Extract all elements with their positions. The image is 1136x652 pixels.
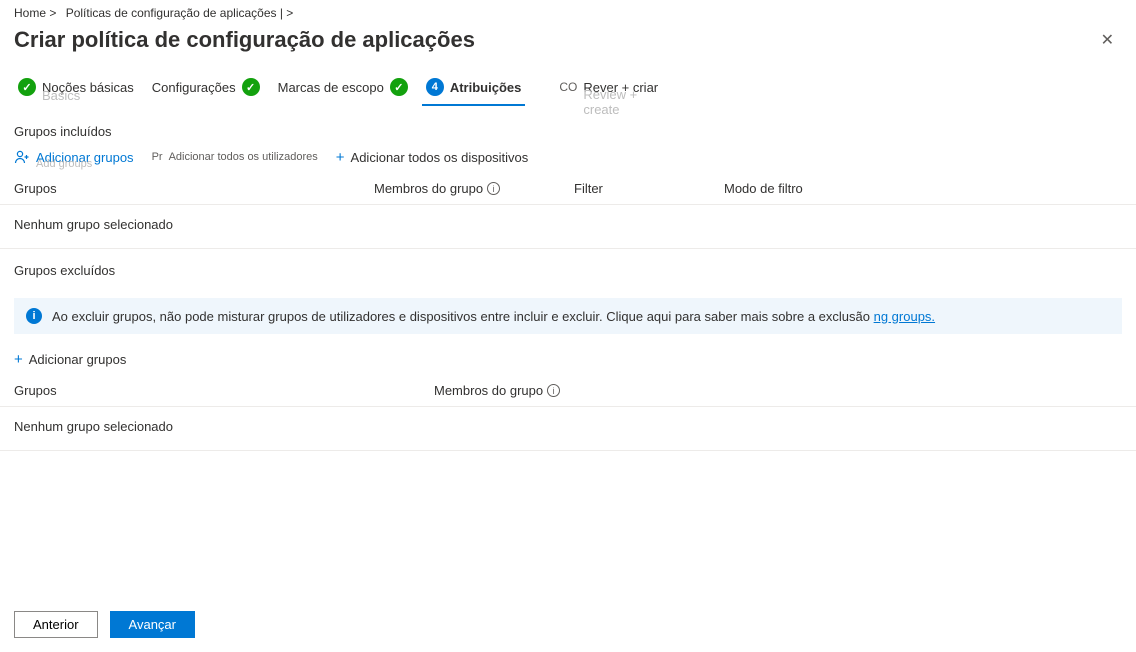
wizard-footer: Anterior Avançar — [0, 601, 1136, 652]
check-icon: ✓ — [242, 78, 260, 96]
info-icon: i — [26, 308, 42, 324]
add-all-users-button[interactable]: Pr Adicionar todos os utilizadores — [152, 151, 318, 163]
step-prefix: CO — [559, 78, 577, 96]
step-basics[interactable]: ✓ Noções básicas Basics — [14, 72, 138, 104]
add-groups-button[interactable]: Adicionar grupos Add groups — [14, 149, 134, 165]
info-icon[interactable]: i — [487, 182, 500, 195]
col-groups: Grupos — [14, 383, 434, 398]
close-icon[interactable]: ✕ — [1093, 26, 1122, 54]
exclusion-info-banner: i Ao excluir grupos, não pode misturar g… — [14, 298, 1122, 334]
wizard-steps: ✓ Noções básicas Basics Configurações ✓ … — [0, 72, 1136, 110]
included-heading: Grupos incluídos — [0, 110, 1136, 145]
info-icon[interactable]: i — [547, 384, 560, 397]
col-filter: Filter — [574, 181, 724, 196]
step-number-badge: 4 — [426, 78, 444, 96]
col-mode: Modo de filtro — [724, 181, 1122, 196]
add-users-prefix: Pr — [152, 151, 163, 163]
next-button[interactable]: Avançar — [110, 611, 195, 638]
step-scope-tags[interactable]: Marcas de escopo ✓ — [274, 72, 412, 104]
plus-icon: + — [14, 352, 23, 367]
banner-learn-more-link[interactable]: ng groups. — [874, 309, 935, 324]
add-all-users-label: Adicionar todos os utilizadores — [169, 151, 318, 163]
add-groups-excluded-button[interactable]: + Adicionar grupos — [14, 352, 126, 367]
excluded-actions: + Adicionar grupos — [0, 348, 1136, 377]
excluded-heading: Grupos excluídos — [0, 249, 1136, 284]
step-basics-ghost: Basics — [42, 88, 80, 103]
excluded-table-header: Grupos Membros do grupo i — [0, 377, 1136, 407]
included-table-header: Grupos Membros do grupo i Filter Modo de… — [0, 175, 1136, 205]
banner-text: Ao excluir grupos, não pode misturar gru… — [52, 309, 870, 324]
add-groups-excluded-label: Adicionar grupos — [29, 352, 127, 367]
step-review-create[interactable]: CO Rever + criar Review + create — [555, 72, 662, 104]
check-icon: ✓ — [390, 78, 408, 96]
breadcrumb-home[interactable]: Home > — [14, 6, 56, 20]
add-groups-ghost: Add groups — [36, 158, 92, 170]
breadcrumb-parent[interactable]: Políticas de configuração de aplicações … — [66, 6, 294, 20]
step-review-ghost: Review + create — [583, 87, 658, 117]
col-members: Membros do grupo i — [374, 181, 574, 196]
included-empty-row: Nenhum grupo selecionado — [0, 205, 1136, 249]
page-title: Criar política de configuração de aplica… — [14, 27, 475, 53]
col-groups: Grupos — [14, 181, 374, 196]
excluded-empty-row: Nenhum grupo selecionado — [0, 407, 1136, 451]
step-assignments[interactable]: 4 Atribuições — [422, 72, 526, 104]
person-plus-icon — [14, 149, 30, 165]
step-settings-label: Configurações — [152, 80, 236, 95]
check-icon: ✓ — [18, 78, 36, 96]
previous-button[interactable]: Anterior — [14, 611, 98, 638]
add-all-devices-label: Adicionar todos os dispositivos — [351, 150, 529, 165]
plus-icon: + — [336, 150, 345, 165]
breadcrumb: Home > Políticas de configuração de apli… — [0, 0, 1136, 22]
included-actions: Adicionar grupos Add groups Pr Adicionar… — [0, 145, 1136, 175]
step-assignments-label: Atribuições — [450, 80, 522, 95]
step-settings[interactable]: Configurações ✓ — [148, 72, 264, 104]
add-all-devices-button[interactable]: + Adicionar todos os dispositivos — [336, 150, 529, 165]
step-scope-label: Marcas de escopo — [278, 80, 384, 95]
col-members: Membros do grupo i — [434, 383, 1122, 398]
